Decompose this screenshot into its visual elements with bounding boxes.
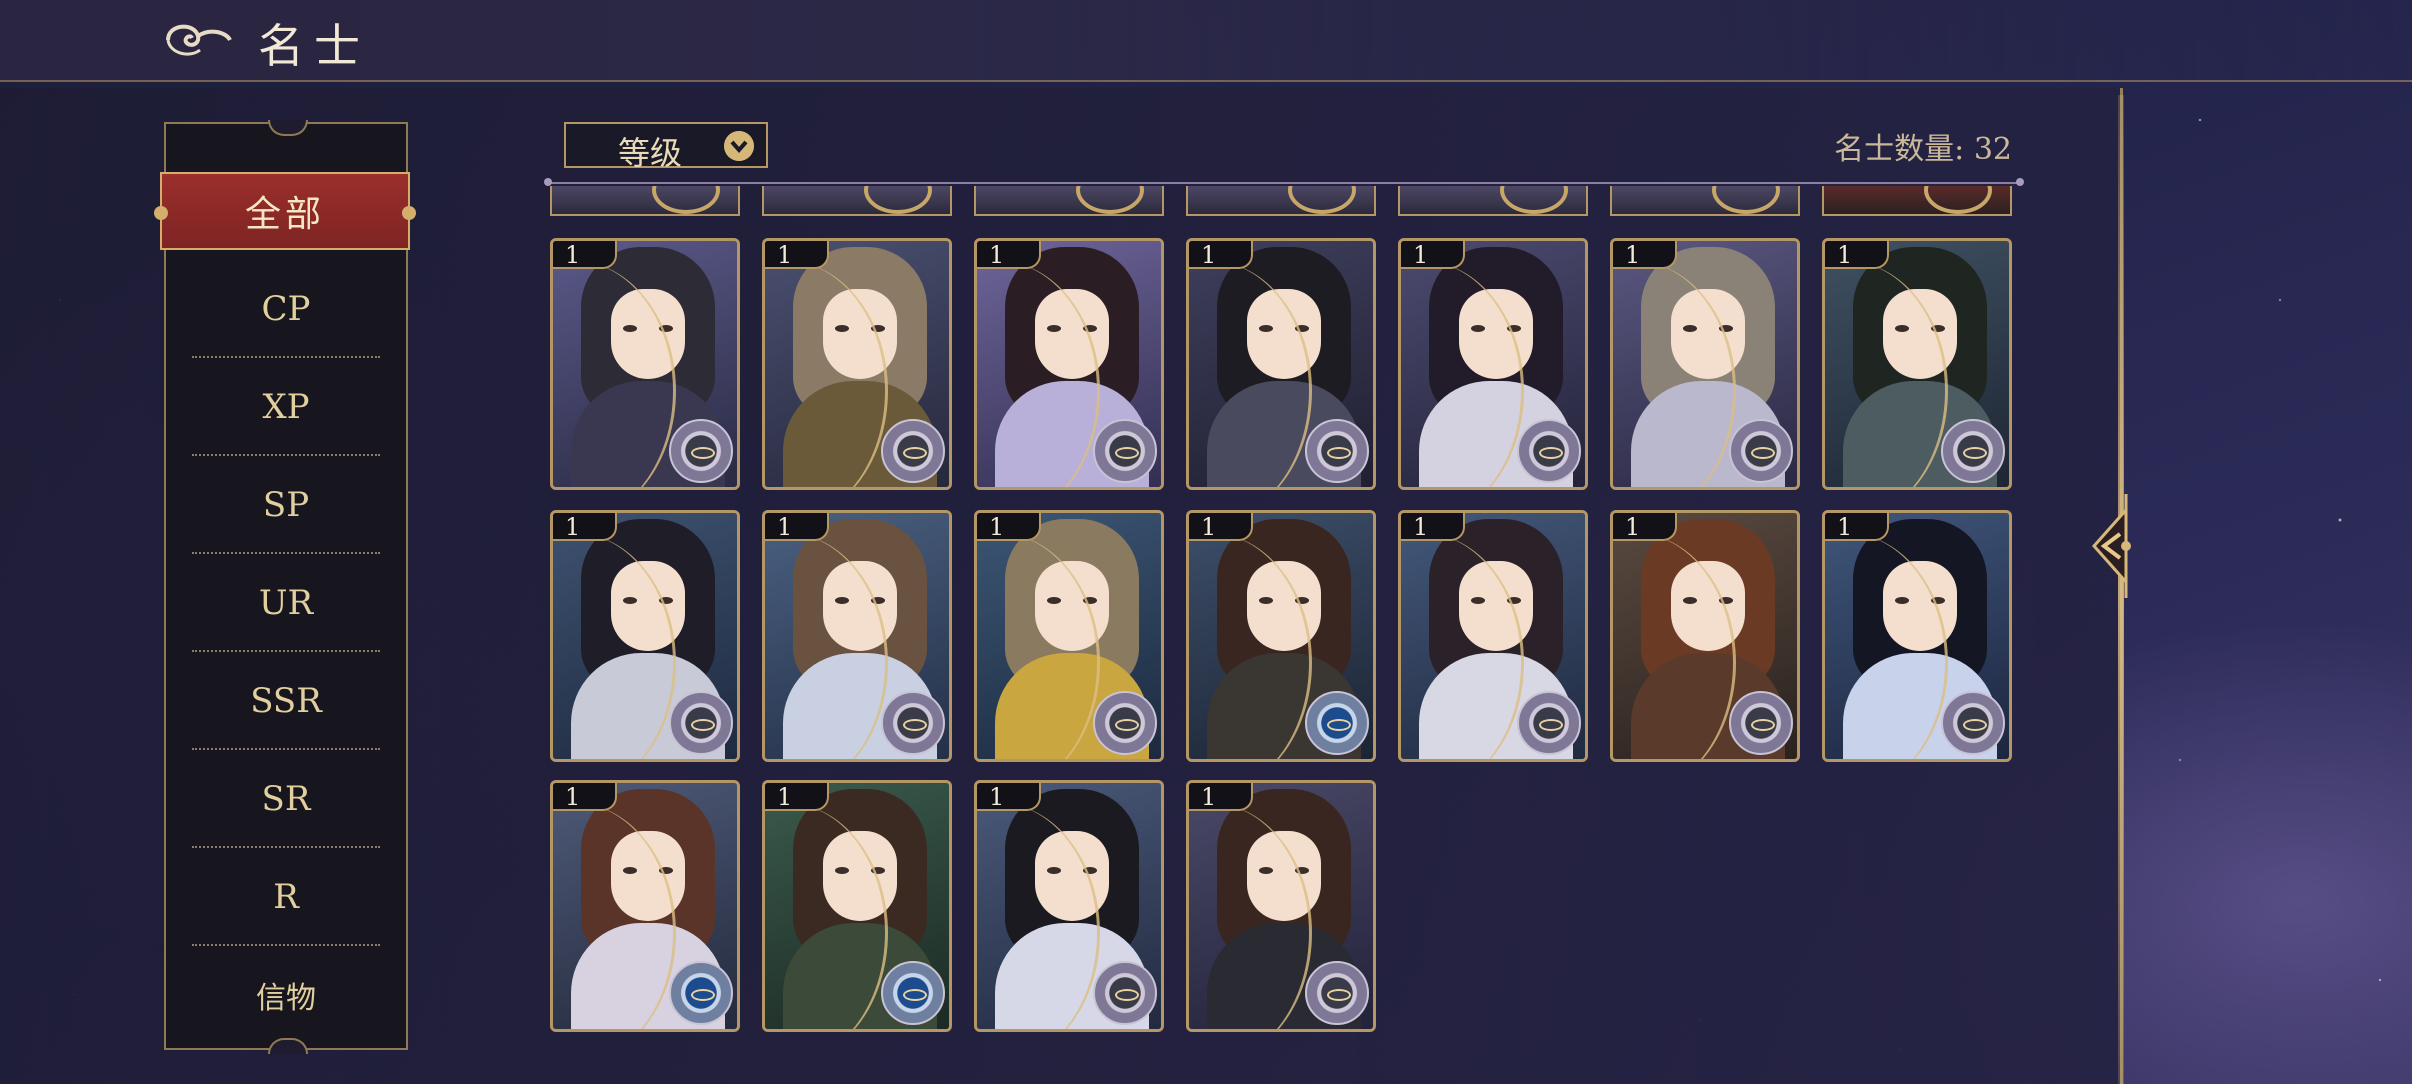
faction-emblem-icon	[881, 961, 945, 1025]
card-partial[interactable]	[1822, 186, 2012, 216]
level-badge: 1	[1401, 513, 1465, 541]
cloud-swirl-icon	[166, 24, 232, 56]
faction-emblem-icon	[1093, 961, 1157, 1025]
sidebar-item-label: 全部	[244, 194, 325, 235]
card-frame-arc	[1712, 186, 1780, 214]
hero-card[interactable]: 1	[550, 238, 740, 490]
card-frame-arc	[1924, 186, 1992, 214]
level-badge: 1	[1825, 513, 1889, 541]
sidebar-item-label: SR	[261, 779, 311, 819]
faction-emblem-icon	[881, 691, 945, 755]
sidebar-item-r[interactable]: R	[192, 848, 380, 946]
card-frame-arc	[864, 186, 932, 214]
hero-card[interactable]: 1	[1186, 238, 1376, 490]
level-badge: 1	[553, 241, 617, 269]
level-badge: 1	[765, 783, 829, 811]
hero-card[interactable]: 1	[1822, 238, 2012, 490]
chevron-down-icon	[724, 131, 754, 161]
faction-emblem-icon	[669, 961, 733, 1025]
faction-emblem-icon	[1517, 419, 1581, 483]
page-header: 名士	[0, 0, 2412, 82]
faction-emblem-icon	[1305, 419, 1369, 483]
level-badge: 1	[765, 513, 829, 541]
level-badge: 1	[1189, 513, 1253, 541]
faction-emblem-icon	[669, 419, 733, 483]
level-badge: 1	[1189, 783, 1253, 811]
card-frame-arc	[1500, 186, 1568, 214]
hero-card[interactable]: 1	[1398, 238, 1588, 490]
sidebar-item-label: R	[273, 877, 299, 917]
faction-emblem-icon	[1729, 419, 1793, 483]
level-badge: 1	[1613, 241, 1677, 269]
faction-emblem-icon	[881, 419, 945, 483]
sidebar-item-label: UR	[258, 583, 314, 623]
hero-card[interactable]: 1	[762, 238, 952, 490]
sidebar-item-label: SSR	[250, 681, 322, 721]
hero-card[interactable]: 1	[550, 510, 740, 762]
hero-card[interactable]: 1	[974, 510, 1164, 762]
hero-card[interactable]: 1	[762, 780, 952, 1032]
sidebar-item-ssr[interactable]: SSR	[192, 652, 380, 750]
sidebar-item-all[interactable]: 全部	[154, 172, 416, 250]
card-partial[interactable]	[974, 186, 1164, 216]
hero-card[interactable]: 1	[762, 510, 952, 762]
card-partial[interactable]	[1186, 186, 1376, 216]
level-badge: 1	[977, 241, 1041, 269]
faction-emblem-icon	[1729, 691, 1793, 755]
faction-emblem-icon	[1941, 691, 2005, 755]
ornament-dot	[402, 206, 416, 220]
faction-emblem-icon	[1093, 419, 1157, 483]
sidebar-item-label: 信物	[256, 981, 316, 1016]
sidebar-item-ur[interactable]: UR	[192, 554, 380, 652]
sidebar-item-token[interactable]: 信物	[192, 946, 380, 1044]
hero-card[interactable]: 1	[1610, 510, 1800, 762]
level-badge: 1	[553, 783, 617, 811]
card-partial[interactable]	[762, 186, 952, 216]
level-badge: 1	[1613, 513, 1677, 541]
hero-card[interactable]: 1	[1186, 780, 1376, 1032]
level-badge: 1	[977, 783, 1041, 811]
sidebar-item-label: CP	[261, 289, 311, 329]
sidebar-item-label: SP	[262, 485, 310, 525]
hero-card[interactable]: 1	[1610, 238, 1800, 490]
hero-card[interactable]: 1	[974, 780, 1164, 1032]
sidebar-item-label: XP	[262, 387, 310, 427]
hero-card[interactable]: 1	[974, 238, 1164, 490]
card-partial[interactable]	[1398, 186, 1588, 216]
faction-emblem-icon	[1305, 691, 1369, 755]
sidebar-item-xp[interactable]: XP	[192, 358, 380, 456]
card-frame-arc	[1288, 186, 1356, 214]
divider-line	[544, 178, 2024, 186]
level-badge: 1	[765, 241, 829, 269]
sort-label: 等级	[618, 134, 683, 172]
page-title: 名士	[258, 19, 370, 73]
card-frame-arc	[652, 186, 720, 214]
level-badge: 1	[1189, 241, 1253, 269]
level-badge: 1	[1825, 241, 1889, 269]
hero-card[interactable]: 1	[1398, 510, 1588, 762]
faction-emblem-icon	[1093, 691, 1157, 755]
sidebar-item-cp[interactable]: CP	[192, 260, 380, 358]
level-badge: 1	[1401, 241, 1465, 269]
faction-emblem-icon	[1941, 419, 2005, 483]
hero-card[interactable]: 1	[1186, 510, 1376, 762]
sort-dropdown[interactable]: 等级	[564, 122, 768, 172]
card-frame-arc	[1076, 186, 1144, 214]
hero-card[interactable]: 1	[550, 780, 740, 1032]
faction-emblem-icon	[1517, 691, 1581, 755]
level-badge: 1	[553, 513, 617, 541]
card-partial[interactable]	[1610, 186, 1800, 216]
collapse-arrow-icon[interactable]	[2086, 490, 2136, 602]
sidebar-item-sr[interactable]: SR	[192, 750, 380, 848]
hero-count: 名士数量: 32	[1834, 132, 2012, 167]
sidebar-item-sp[interactable]: SP	[192, 456, 380, 554]
hero-card[interactable]: 1	[1822, 510, 2012, 762]
faction-emblem-icon	[1305, 961, 1369, 1025]
faction-emblem-icon	[669, 691, 733, 755]
ornament-dot	[154, 206, 168, 220]
level-badge: 1	[977, 513, 1041, 541]
card-partial[interactable]	[550, 186, 740, 216]
